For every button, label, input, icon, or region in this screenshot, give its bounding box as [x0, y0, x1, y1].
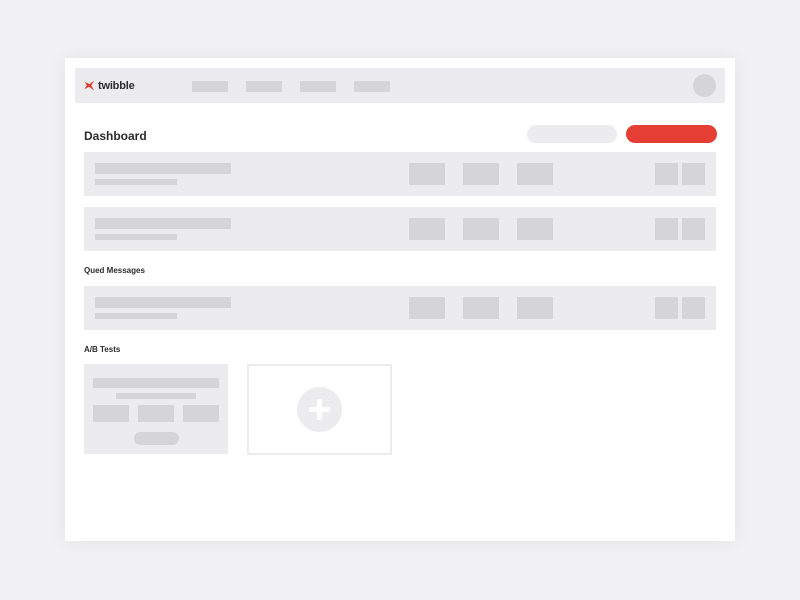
item-stat-placeholder	[517, 163, 553, 185]
add-ab-test-button[interactable]	[247, 364, 392, 455]
item-stat-placeholder	[409, 218, 445, 240]
item-title-placeholder	[95, 218, 231, 229]
ab-test-title-placeholder	[93, 378, 219, 388]
ab-test-card[interactable]	[84, 364, 228, 454]
item-action-button[interactable]	[682, 297, 705, 319]
twibble-bird-icon	[84, 80, 95, 91]
item-stat-placeholder	[517, 297, 553, 319]
item-action-button[interactable]	[682, 163, 705, 185]
ab-test-variant-placeholder	[183, 405, 219, 422]
list-item[interactable]	[84, 207, 716, 251]
list-item[interactable]	[84, 152, 716, 196]
logo-text: twibble	[98, 79, 135, 92]
item-stat-placeholder	[463, 163, 499, 185]
item-stat-placeholder	[409, 297, 445, 319]
page-title: Dashboard	[84, 129, 147, 143]
item-stat-placeholder	[409, 163, 445, 185]
nav-item-3[interactable]	[300, 81, 336, 92]
item-title-placeholder	[95, 297, 231, 308]
item-action-button[interactable]	[655, 163, 678, 185]
ab-test-action-button[interactable]	[134, 432, 179, 445]
section-heading-queued-messages: Qued Messages	[84, 266, 145, 275]
item-stat-placeholder	[463, 218, 499, 240]
ab-test-variant-placeholder	[93, 405, 129, 422]
app-window: twibble Dashboard Qued Messages A/B Test…	[65, 58, 735, 541]
list-item[interactable]	[84, 286, 716, 330]
section-heading-ab-tests: A/B Tests	[84, 345, 121, 354]
top-nav-bar: twibble	[75, 68, 725, 103]
item-action-button[interactable]	[655, 297, 678, 319]
plus-icon	[297, 387, 342, 432]
nav-item-1[interactable]	[192, 81, 228, 92]
item-subtitle-placeholder	[95, 234, 177, 240]
nav-item-2[interactable]	[246, 81, 282, 92]
item-subtitle-placeholder	[95, 179, 177, 185]
item-subtitle-placeholder	[95, 313, 177, 319]
ab-test-subtitle-placeholder	[116, 393, 196, 399]
item-action-button[interactable]	[655, 218, 678, 240]
user-avatar[interactable]	[693, 74, 716, 97]
item-stat-placeholder	[517, 218, 553, 240]
item-action-button[interactable]	[682, 218, 705, 240]
primary-action-button[interactable]	[626, 125, 717, 143]
item-stat-placeholder	[463, 297, 499, 319]
logo[interactable]: twibble	[84, 78, 135, 93]
item-title-placeholder	[95, 163, 231, 174]
nav-item-4[interactable]	[354, 81, 390, 92]
ab-test-variant-placeholder	[138, 405, 174, 422]
secondary-button[interactable]	[527, 125, 617, 143]
